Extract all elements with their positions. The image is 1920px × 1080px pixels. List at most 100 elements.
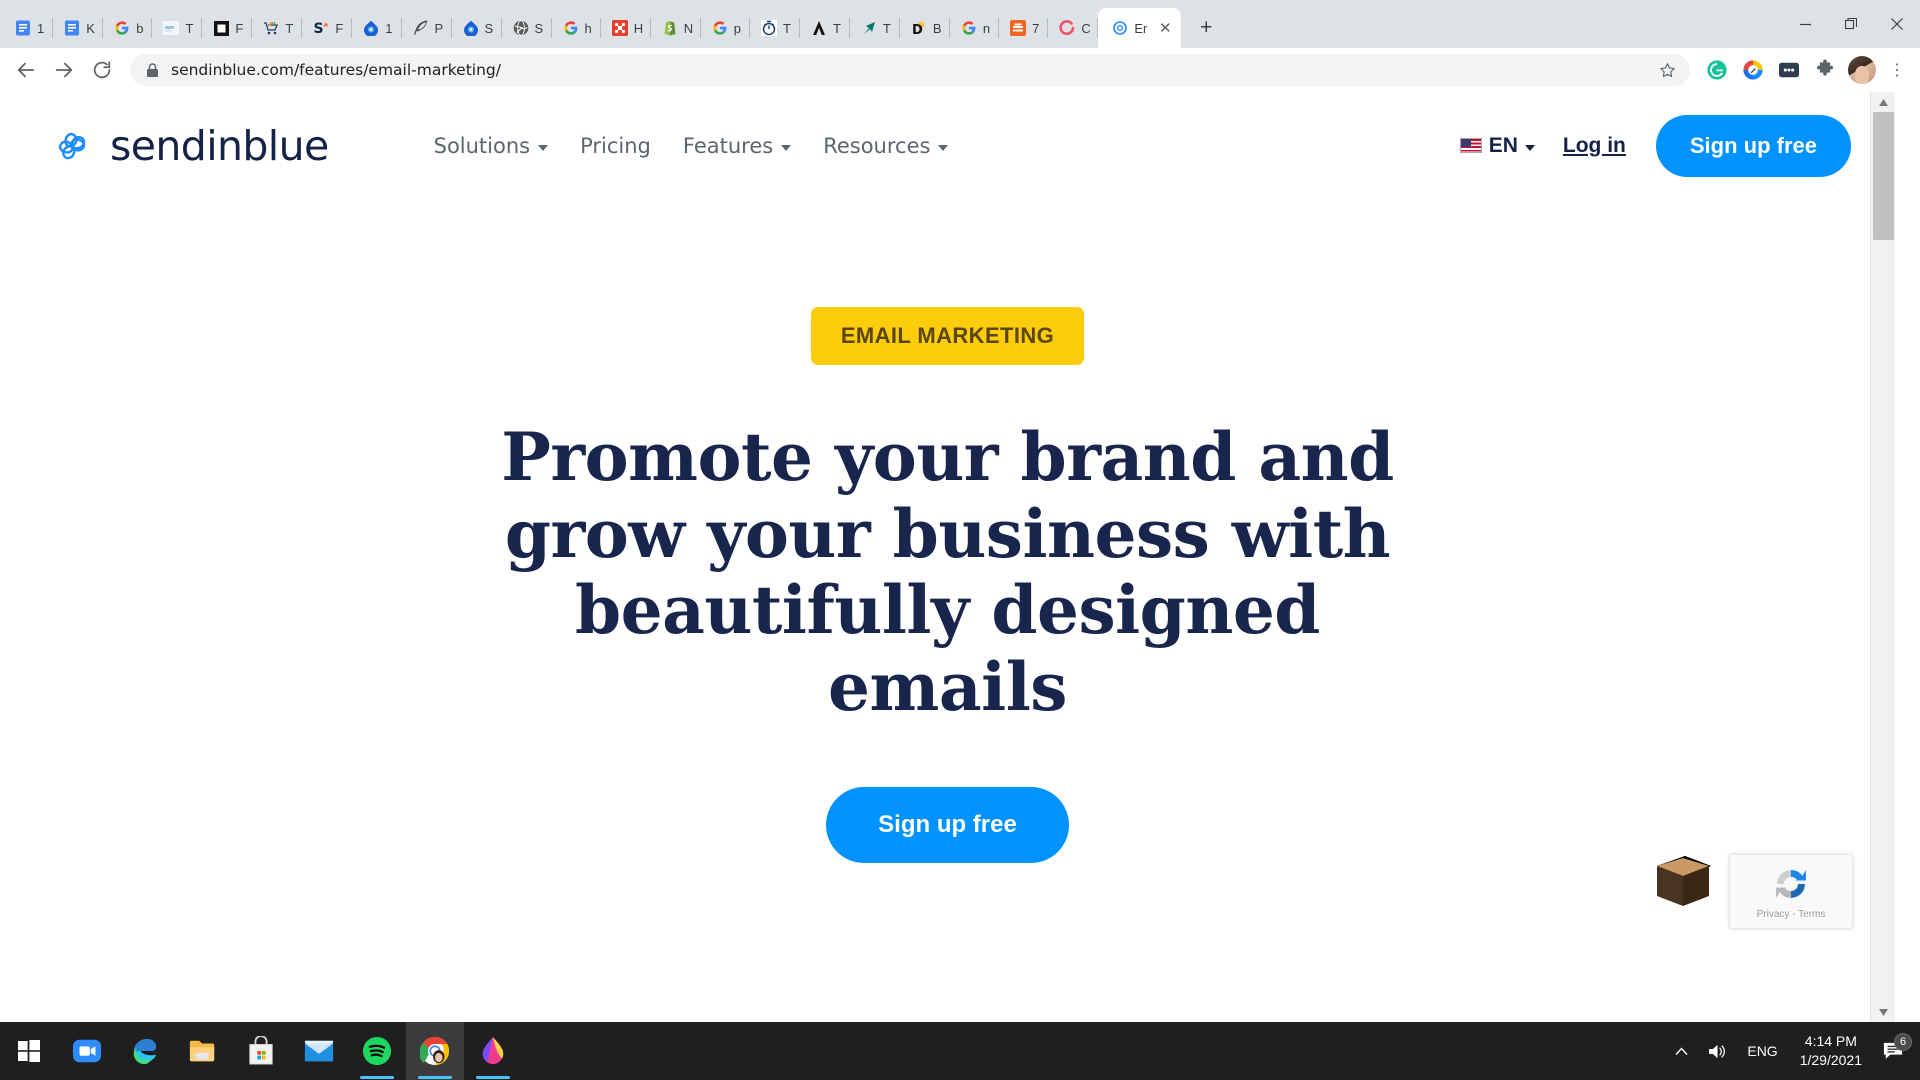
- black-square-icon: [212, 19, 230, 37]
- mail-app-icon[interactable]: [290, 1022, 348, 1080]
- login-link[interactable]: Log in: [1563, 134, 1626, 158]
- recaptcha-privacy-terms[interactable]: Privacy - Terms: [1757, 909, 1826, 920]
- nav-label: Solutions: [433, 133, 531, 158]
- tab[interactable]: S: [452, 8, 502, 48]
- tab[interactable]: T: [850, 8, 900, 48]
- header-actions: EN Log in Sign up free: [1459, 114, 1851, 177]
- chevron-down-icon: [1524, 144, 1535, 151]
- tab[interactable]: F: [202, 8, 253, 48]
- scrollbar-thumb[interactable]: [1873, 112, 1894, 240]
- page-scrollbar[interactable]: [1870, 92, 1895, 1022]
- tab[interactable]: H: [601, 8, 651, 48]
- show-hidden-icons-button[interactable]: [1665, 1047, 1698, 1056]
- tab-title: T: [185, 20, 194, 36]
- notifications-button[interactable]: 6: [1874, 1033, 1920, 1061]
- scroll-down-arrow-icon[interactable]: [1871, 1002, 1895, 1022]
- tab[interactable]: P: [402, 8, 452, 48]
- address-bar[interactable]: sendinblue.com/features/email-marketing/: [130, 54, 1690, 86]
- speaker-icon[interactable]: [1698, 1043, 1737, 1060]
- tab-title: F: [235, 20, 244, 36]
- image-thumbnail-icon: [162, 19, 180, 37]
- recaptcha-badge[interactable]: Privacy - Terms: [1729, 854, 1853, 929]
- start-button[interactable]: [0, 1022, 58, 1080]
- tab[interactable]: T: [152, 8, 203, 48]
- nav-item-pricing[interactable]: Pricing: [580, 134, 651, 158]
- spotify-app-icon[interactable]: [348, 1022, 406, 1080]
- hubspot-icon: [611, 19, 629, 37]
- nav-item-solutions[interactable]: Solutions: [434, 134, 549, 158]
- minimize-window-button[interactable]: [1782, 7, 1828, 41]
- tab-title: 7: [1032, 20, 1040, 36]
- signup-free-header-button[interactable]: Sign up free: [1655, 114, 1851, 177]
- grammarly-extension-icon[interactable]: [1702, 55, 1732, 85]
- sendinblue-logo[interactable]: sendinblue: [50, 122, 329, 170]
- close-tab-icon[interactable]: ✕: [1155, 18, 1175, 38]
- tab[interactable]: N: [651, 8, 701, 48]
- dark-dots-extension-icon[interactable]: [1774, 55, 1804, 85]
- chrome-menu-icon[interactable]: ⋮: [1882, 55, 1912, 85]
- svg-text:D: D: [912, 23, 923, 36]
- tab[interactable]: 1: [4, 8, 54, 48]
- tab[interactable]: 7: [999, 8, 1049, 48]
- nav-label: Resources: [823, 133, 931, 158]
- signup-free-hero-button[interactable]: Sign up free: [826, 787, 1069, 864]
- svg-text:S: S: [314, 21, 324, 36]
- tab[interactable]: p: [701, 8, 750, 48]
- tab[interactable]: b: [103, 8, 153, 48]
- back-button[interactable]: [8, 52, 44, 88]
- tab-title: N: [683, 20, 694, 36]
- new-tab-button[interactable]: +: [1189, 11, 1223, 45]
- close-window-button[interactable]: [1874, 7, 1920, 41]
- google-docs-icon: [63, 19, 81, 37]
- scroll-up-arrow-icon[interactable]: [1871, 92, 1895, 112]
- microsoft-edge-app-icon[interactable]: [116, 1022, 174, 1080]
- tab-title: P: [434, 20, 444, 36]
- tabs-container: 1KbTFTSF1PSShHNpTTTDBn7C: [4, 8, 1099, 48]
- us-flag-icon: [1459, 138, 1482, 153]
- profile-avatar[interactable]: [1848, 56, 1876, 84]
- active-tab[interactable]: Er ✕: [1098, 8, 1182, 48]
- tab[interactable]: C: [1048, 8, 1099, 48]
- stopwatch-icon: [760, 19, 778, 37]
- red-ring-icon: [1058, 19, 1076, 37]
- blue-droplet-icon: [362, 19, 380, 37]
- nav-item-features[interactable]: Features: [683, 134, 792, 158]
- puzzle-extensions-icon[interactable]: [1810, 55, 1840, 85]
- reload-button[interactable]: [84, 52, 120, 88]
- tab[interactable]: S: [502, 8, 552, 48]
- tab-title: n: [982, 20, 991, 36]
- tab[interactable]: T: [800, 8, 850, 48]
- tab[interactable]: T: [750, 8, 800, 48]
- tab[interactable]: DB: [900, 8, 950, 48]
- brand-text: sendinblue: [110, 121, 329, 170]
- microsoft-store-app-icon[interactable]: [232, 1022, 290, 1080]
- restore-window-button[interactable]: [1828, 7, 1874, 41]
- tab[interactable]: n: [950, 8, 1000, 48]
- clock[interactable]: 4:14 PM 1/29/2021: [1788, 1032, 1874, 1070]
- tab-title: K: [86, 20, 95, 36]
- google-chrome-app-icon[interactable]: [406, 1022, 464, 1080]
- hero-section: EMAIL MARKETING Promote your brand and g…: [0, 199, 1895, 864]
- page-viewport: sendinblue Solutions Pricing Features Re…: [0, 92, 1920, 1022]
- tab-title: S: [534, 20, 544, 36]
- zoom-app-icon[interactable]: [58, 1022, 116, 1080]
- site-navigation: Solutions Pricing Features Resources: [434, 134, 949, 158]
- nav-item-resources[interactable]: Resources: [823, 133, 949, 158]
- tab[interactable]: SF: [302, 8, 353, 48]
- forward-button[interactable]: [46, 52, 82, 88]
- sendinblue-page: sendinblue Solutions Pricing Features Re…: [0, 92, 1895, 1022]
- bookmark-star-icon[interactable]: [1654, 57, 1680, 83]
- tab[interactable]: T: [252, 8, 303, 48]
- teal-arrow-icon: [860, 19, 878, 37]
- tab[interactable]: 1: [352, 8, 402, 48]
- language-switcher[interactable]: EN: [1459, 134, 1535, 158]
- blue-droplet-icon: [462, 19, 480, 37]
- tab[interactable]: K: [53, 8, 104, 48]
- tab-title: 1: [37, 20, 45, 36]
- tab[interactable]: h: [552, 8, 601, 48]
- paint-3d-app-icon[interactable]: [464, 1022, 522, 1080]
- file-explorer-app-icon[interactable]: [174, 1022, 232, 1080]
- windows-taskbar: ENG 4:14 PM 1/29/2021 6: [0, 1022, 1920, 1080]
- language-indicator[interactable]: ENG: [1737, 1043, 1787, 1059]
- colorzilla-extension-icon[interactable]: [1738, 55, 1768, 85]
